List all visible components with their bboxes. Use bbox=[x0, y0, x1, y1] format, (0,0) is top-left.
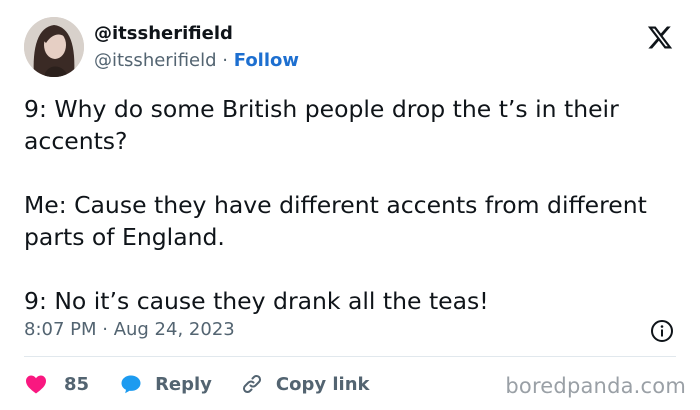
heart-icon bbox=[26, 375, 46, 394]
avatar[interactable] bbox=[24, 17, 84, 77]
reply-button[interactable]: Reply bbox=[119, 372, 212, 396]
author-handle[interactable]: @itssherifield bbox=[94, 50, 217, 71]
info-icon[interactable] bbox=[650, 319, 674, 343]
speech-bubble-icon bbox=[121, 375, 141, 394]
x-logo-icon[interactable] bbox=[646, 24, 674, 51]
follow-button[interactable]: Follow bbox=[234, 50, 299, 71]
watermark: boredpanda.com bbox=[505, 374, 686, 398]
tweet-timestamp[interactable]: 8:07 PM · Aug 24, 2023 bbox=[24, 318, 235, 342]
author-display-name[interactable]: @itssherifield bbox=[94, 22, 233, 46]
like-button[interactable]: 85 bbox=[24, 372, 89, 396]
avatar-image bbox=[24, 17, 84, 77]
tweet-paragraph: Me: Cause they have different accents fr… bbox=[24, 191, 647, 251]
copy-link-label: Copy link bbox=[275, 373, 370, 395]
divider bbox=[24, 356, 676, 357]
tweet-paragraph: 9: No it’s cause they drank all the teas… bbox=[24, 287, 489, 315]
author-handle-line: @itssherifield · Follow bbox=[94, 49, 299, 73]
tweet-paragraph: 9: Why do some British people drop the t… bbox=[24, 95, 619, 155]
action-bar: 85 Reply Copy link bbox=[24, 370, 370, 398]
link-icon bbox=[242, 374, 261, 394]
handle-separator: · bbox=[222, 50, 229, 71]
tweet-text: 9: Why do some British people drop the t… bbox=[24, 93, 684, 317]
copy-link-button[interactable]: Copy link bbox=[240, 372, 370, 396]
reply-label: Reply bbox=[155, 373, 212, 395]
like-count: 85 bbox=[64, 373, 90, 395]
